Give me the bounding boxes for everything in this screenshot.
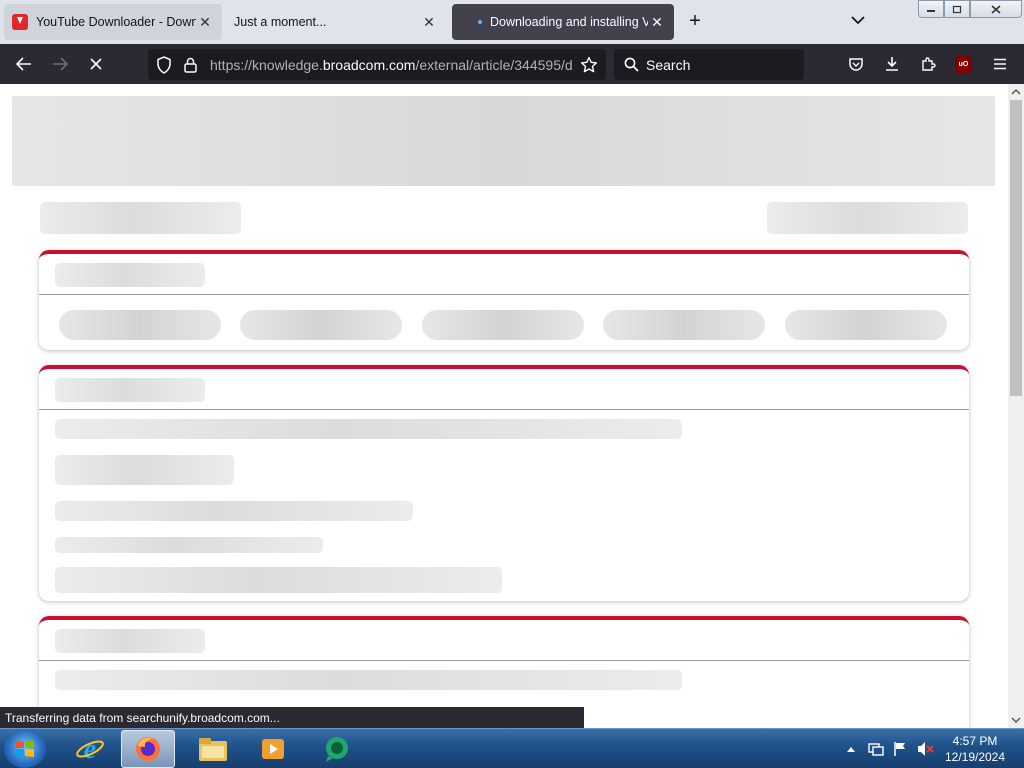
loading-dot-icon [478, 20, 482, 24]
hamburger-menu-icon [994, 58, 1006, 70]
clock-date: 12/19/2024 [944, 750, 1006, 764]
youtube-downloader-icon [12, 14, 28, 30]
system-tray [840, 729, 934, 768]
start-button[interactable] [4, 730, 46, 768]
tab-close-icon[interactable]: ✕ [648, 14, 666, 31]
text-line-skeleton [55, 670, 682, 690]
tab-close-icon[interactable]: ✕ [420, 14, 438, 31]
taskbar-clock[interactable]: 4:57 PM 12/19/2024 [940, 733, 1010, 765]
downloads-button[interactable] [880, 52, 904, 76]
windows-logo-icon [16, 740, 34, 757]
window-controls [918, 0, 1022, 18]
lock-icon[interactable] [184, 57, 197, 73]
text-block-skeleton [55, 455, 234, 485]
address-bar[interactable]: https://knowledge.broadcom.com/external/… [148, 49, 606, 80]
chat-app-icon [326, 737, 348, 762]
list-all-tabs-button[interactable] [847, 10, 869, 32]
action-center-flag-icon[interactable] [892, 741, 908, 757]
navigation-toolbar: https://knowledge.broadcom.com/external/… [0, 44, 1024, 84]
tab-youtube-downloader[interactable]: YouTube Downloader - Download ✕ [4, 4, 222, 40]
back-arrow-icon [16, 57, 31, 71]
status-bar: Transferring data from searchunify.broad… [0, 707, 584, 728]
text-line-skeleton [55, 419, 682, 439]
media-player-icon [262, 739, 284, 759]
minimize-icon [927, 10, 935, 12]
card-divider [39, 409, 969, 410]
ublock-origin-icon[interactable]: uO [955, 56, 972, 73]
chevron-down-icon [851, 16, 865, 25]
skeleton-card [39, 250, 969, 350]
pocket-button[interactable] [844, 52, 868, 76]
tab-just-a-moment[interactable]: Just a moment... ✕ [226, 4, 446, 40]
taskbar-media-player[interactable] [246, 730, 300, 768]
taskbar-chat-app[interactable] [310, 730, 364, 768]
download-icon [886, 57, 898, 71]
tab-title: YouTube Downloader - Download [36, 15, 196, 29]
tab-close-icon[interactable]: ✕ [196, 14, 214, 31]
windows-taskbar: e 4:57 PM 12/19/2024 [0, 728, 1024, 768]
pill-skeleton [603, 310, 765, 340]
taskbar-file-explorer[interactable] [186, 730, 240, 768]
skeleton-card [39, 365, 969, 601]
pocket-icon [849, 58, 863, 71]
pill-skeleton [785, 310, 947, 340]
maximize-icon [952, 5, 962, 13]
card-divider [39, 660, 969, 661]
search-placeholder: Search [646, 57, 691, 73]
maximize-button[interactable] [944, 0, 970, 18]
close-icon [991, 4, 1001, 14]
page-content [0, 84, 1008, 728]
card-heading-skeleton [55, 629, 205, 653]
forward-button[interactable] [48, 52, 72, 76]
text-line-skeleton [55, 567, 502, 593]
puzzle-icon [922, 57, 936, 71]
svg-text:e: e [84, 734, 96, 764]
tab-title: Downloading and installing VMware [490, 15, 648, 29]
card-heading-skeleton [55, 263, 205, 287]
tab-title: Just a moment... [234, 15, 327, 29]
stop-loading-button[interactable] [84, 52, 108, 76]
volume-muted-icon[interactable] [916, 741, 934, 757]
tab-downloading-installing[interactable]: Downloading and installing VMware ✕ [452, 4, 674, 40]
minimize-button[interactable] [918, 0, 944, 18]
bookmark-star-icon[interactable] [580, 56, 598, 74]
taskbar-internet-explorer[interactable]: e [63, 730, 117, 768]
pill-skeleton [240, 310, 402, 340]
tab-strip: YouTube Downloader - Download ✕ Just a m… [0, 0, 1024, 44]
file-explorer-icon [199, 738, 227, 761]
search-icon [624, 57, 639, 72]
scrollbar-thumb[interactable] [1010, 100, 1022, 396]
text-line-skeleton [55, 501, 413, 521]
card-divider [39, 294, 969, 295]
url-text: https://knowledge.broadcom.com/external/… [210, 57, 573, 73]
page-scrollbar[interactable] [1008, 84, 1024, 728]
scroll-down-arrow-icon[interactable] [1008, 712, 1024, 728]
show-hidden-icons-icon[interactable] [846, 745, 856, 753]
network-icon[interactable] [868, 741, 884, 757]
new-tab-button[interactable]: + [684, 10, 706, 32]
stop-icon [90, 58, 102, 70]
search-bar[interactable]: Search [614, 49, 804, 80]
pill-skeleton [59, 310, 221, 340]
pill-skeleton [422, 310, 584, 340]
app-menu-button[interactable] [988, 52, 1012, 76]
extensions-button[interactable] [916, 52, 940, 76]
text-line-skeleton [55, 537, 323, 553]
forward-arrow-icon [53, 57, 68, 71]
internet-explorer-icon: e [76, 734, 104, 764]
action-skeleton [767, 202, 968, 234]
tracking-protection-shield-icon[interactable] [156, 56, 172, 74]
taskbar-firefox[interactable] [121, 730, 175, 768]
header-skeleton [12, 96, 995, 186]
scroll-up-arrow-icon[interactable] [1008, 84, 1024, 100]
clock-time: 4:57 PM [952, 734, 998, 748]
card-heading-skeleton [55, 378, 205, 402]
firefox-icon [136, 737, 160, 761]
close-window-button[interactable] [970, 0, 1022, 18]
title-skeleton [40, 202, 241, 234]
back-button[interactable] [12, 52, 36, 76]
